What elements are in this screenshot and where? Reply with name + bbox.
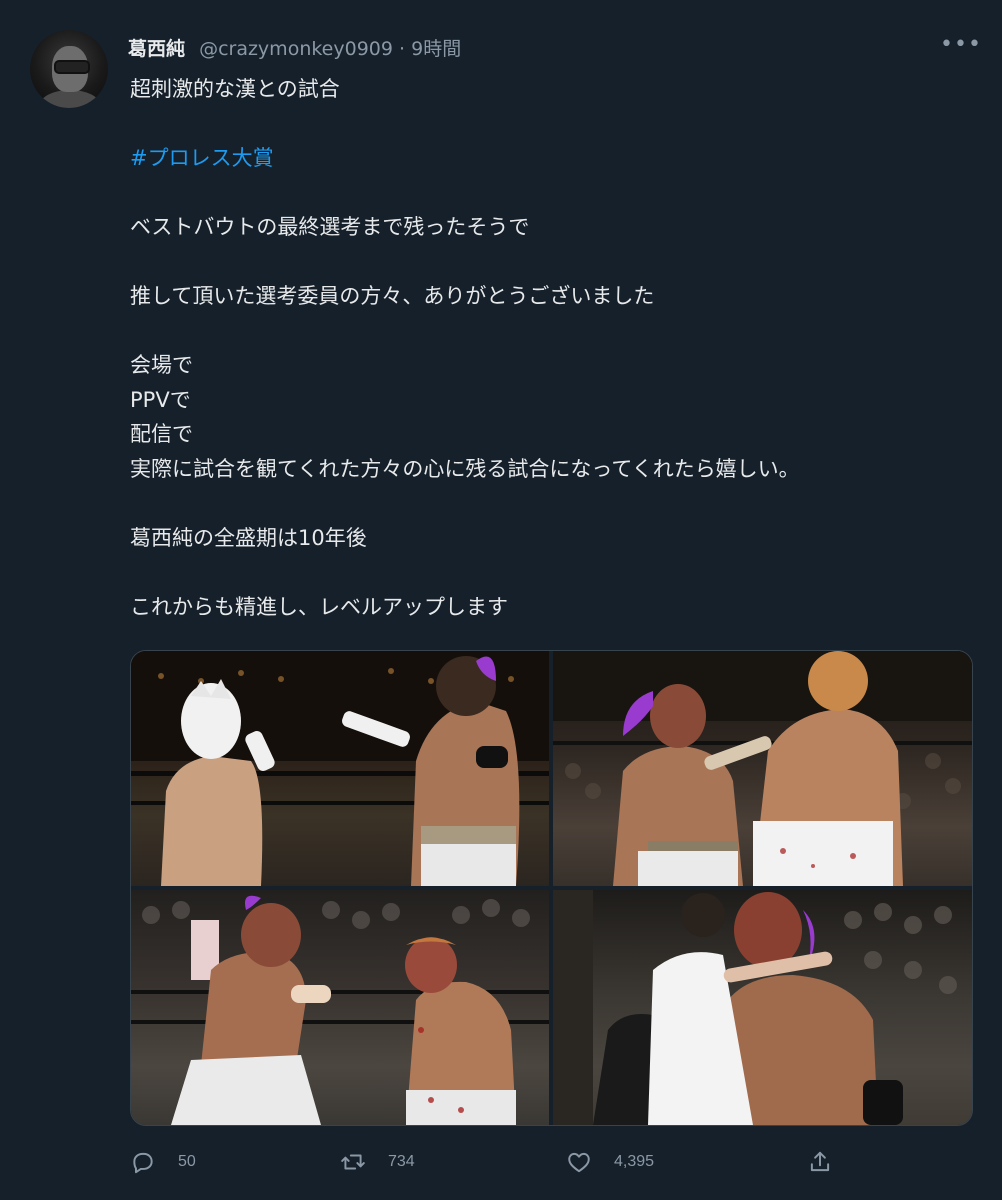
share-button[interactable]: [807, 1144, 833, 1180]
retweet-button[interactable]: 734: [340, 1144, 415, 1180]
like-count: 4,395: [614, 1153, 655, 1170]
photo-3-scene: [131, 895, 549, 1125]
tweet-line: 超刺激的な漢との試合: [130, 77, 340, 101]
tweet-line-blank: [130, 245, 970, 280]
heart-icon: [568, 1152, 590, 1173]
hashtag-line: #プロレス大賞: [130, 141, 970, 176]
tweet-header: 葛西純 @crazymonkey0909 · 9時間: [128, 34, 461, 61]
hashtag-link[interactable]: #プロレス大賞: [130, 146, 274, 170]
tweet-line: 配信で: [130, 422, 193, 446]
avatar-shoulder: [40, 90, 100, 108]
tweet-line: PPVで: [130, 387, 191, 412]
tweet-line-blank: [130, 314, 970, 349]
photo-3[interactable]: [131, 890, 549, 1125]
photo-4[interactable]: [553, 890, 972, 1125]
header-separator: ·: [399, 38, 406, 60]
author-avatar[interactable]: [30, 30, 108, 108]
photo-1[interactable]: [131, 651, 549, 886]
tweet-line-blank: [130, 486, 970, 521]
avatar-glasses: [54, 60, 90, 74]
tweet-line: ベストバウトの最終選考まで残ったそうで: [130, 215, 530, 239]
tweet-line-blank: [130, 555, 970, 590]
photo-2-scene: [553, 651, 972, 886]
tweet-line: 葛西純の全盛期は10年後: [130, 525, 367, 550]
like-button[interactable]: 4,395: [566, 1144, 654, 1180]
tweet-line: 推して頂いた選考委員の方々、ありがとうございました: [130, 284, 655, 308]
more-options-icon[interactable]: •••: [940, 34, 981, 58]
photo-1-scene: [131, 651, 549, 886]
retweet-count: 734: [388, 1153, 415, 1170]
tweet-line: 実際に試合を観てくれた方々の心に残る試合になってくれたら嬉しい。: [130, 456, 800, 481]
tweet-text: 超刺激的な漢との試合 #プロレス大賞 ベストバウトの最終選考まで残ったそうで 推…: [130, 72, 970, 624]
media-grid: [130, 650, 973, 1126]
tweet-line-blank: [130, 107, 970, 142]
tweet-actions: 50 734 4,395: [130, 1144, 970, 1184]
author-handle[interactable]: @crazymonkey0909: [199, 38, 393, 60]
author-name[interactable]: 葛西純: [128, 38, 185, 60]
tweet-line: 会場で: [130, 353, 193, 377]
tweet-timestamp[interactable]: 9時間: [411, 38, 461, 60]
tweet-line-blank: [130, 176, 970, 211]
reply-count: 50: [178, 1153, 196, 1170]
share-icon: [810, 1151, 830, 1172]
reply-button[interactable]: 50: [130, 1144, 196, 1180]
reply-icon: [133, 1152, 153, 1174]
retweet-icon: [341, 1154, 365, 1170]
photo-4-scene: [553, 890, 957, 1125]
tweet-card: 葛西純 @crazymonkey0909 · 9時間 ••• 超刺激的な漢との試…: [0, 0, 1002, 1200]
tweet-line: これからも精進し、レベルアップします: [130, 594, 508, 619]
photo-2[interactable]: [553, 651, 972, 886]
